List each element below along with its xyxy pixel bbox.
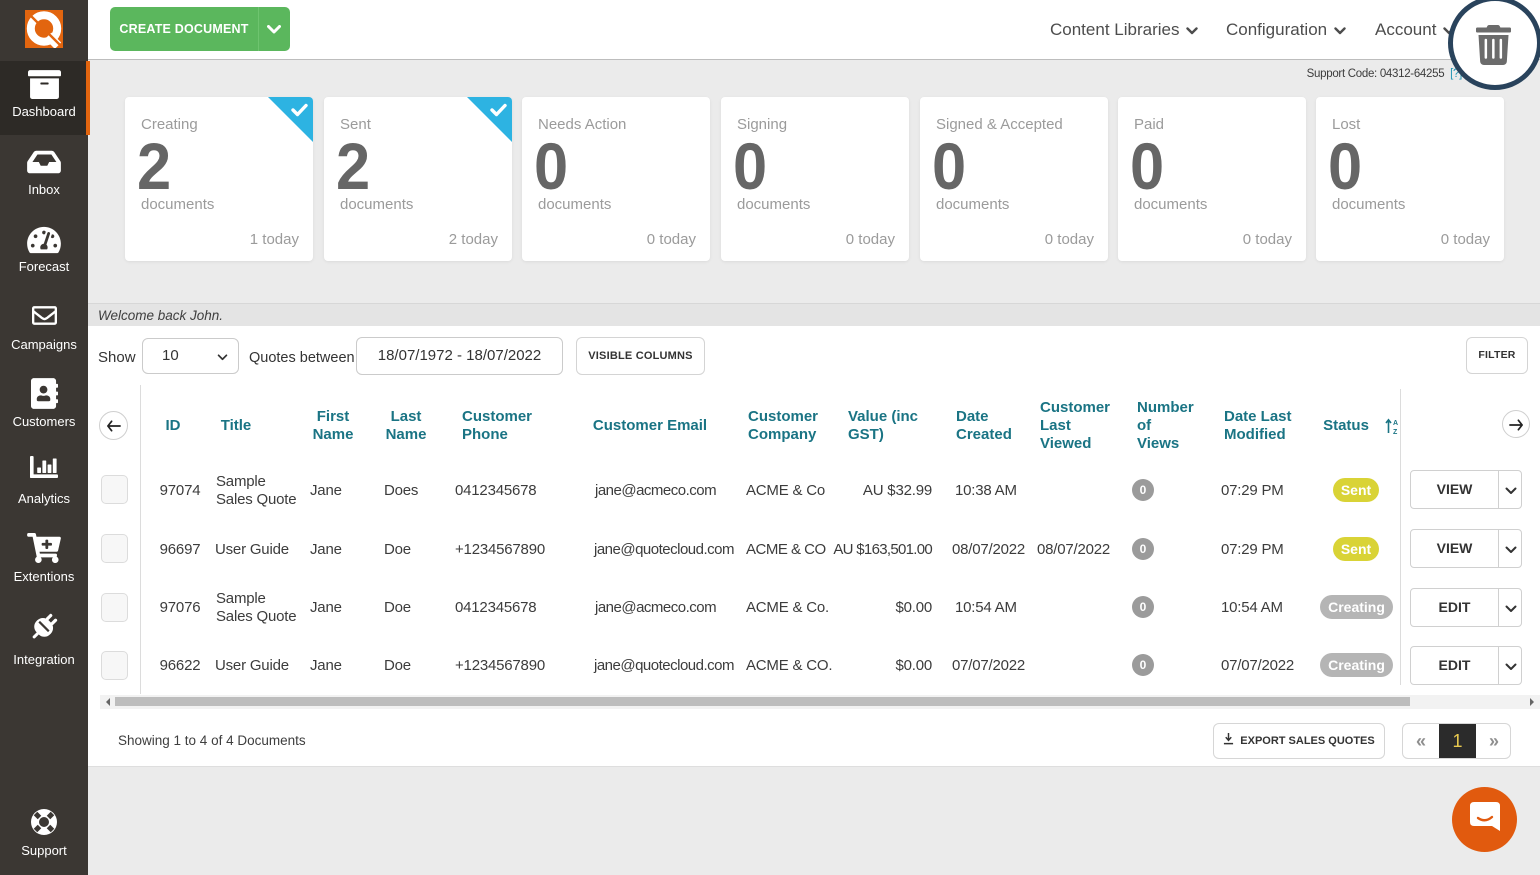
svg-text:A: A (1393, 420, 1398, 427)
svg-text:Z: Z (1393, 429, 1398, 435)
